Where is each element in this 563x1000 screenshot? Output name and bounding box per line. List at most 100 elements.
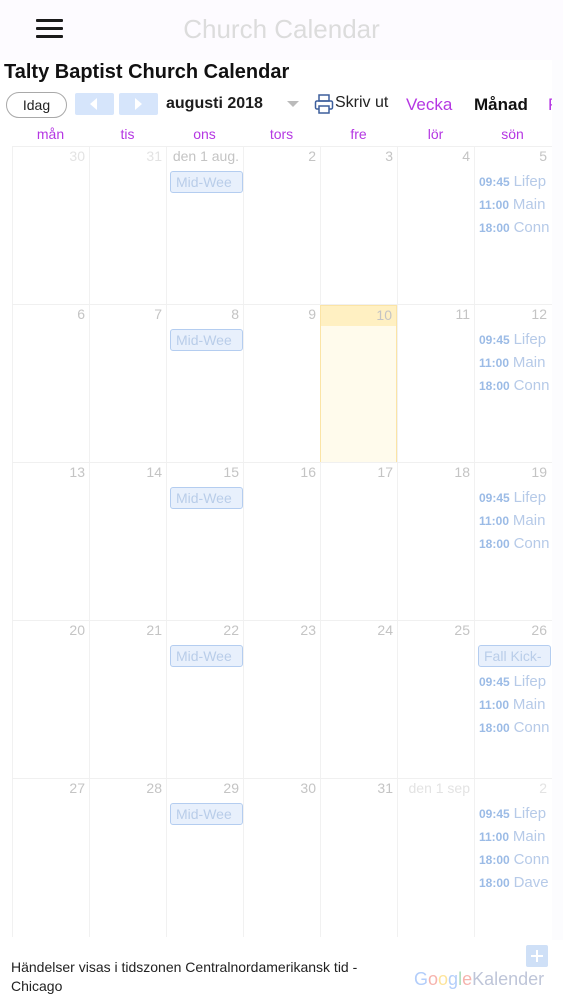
day-cell[interactable]: 22 Mid-Wee — [166, 621, 243, 779]
day-number: 6 — [77, 306, 85, 322]
day-cell[interactable]: 27 — [12, 779, 89, 937]
day-cell[interactable]: den 1 sep — [397, 779, 474, 937]
today-button[interactable]: Idag — [6, 92, 67, 118]
day-number: 17 — [377, 464, 393, 480]
day-cell[interactable]: 5 09:45 Lifep 11:00 Main 18:00 Conn — [474, 147, 551, 305]
event-item[interactable]: 11:00 Main — [479, 826, 553, 846]
day-cell[interactable]: 15 Mid-Wee — [166, 463, 243, 621]
day-cell[interactable]: 24 — [320, 621, 397, 779]
weekday-label: sön — [501, 126, 524, 142]
add-to-google-calendar-icon[interactable] — [526, 945, 548, 967]
day-cell[interactable]: 6 — [12, 305, 89, 463]
day-number: 19 — [531, 464, 547, 480]
day-cell[interactable]: 2 — [243, 147, 320, 305]
weekday-label: tis — [120, 126, 135, 142]
google-calendar-logo[interactable]: GoogleKalender — [414, 969, 544, 990]
day-cell[interactable]: 3 — [320, 147, 397, 305]
day-number: 26 — [531, 622, 547, 638]
event-title: Dave — [513, 874, 549, 891]
event-item[interactable]: 11:00 Main — [479, 694, 553, 714]
event-item[interactable]: 11:00 Main — [479, 510, 553, 530]
event-item[interactable]: 09:45 Lifep — [479, 171, 553, 191]
day-cell[interactable]: 26 Fall Kick- 09:45 Lifep 11:00 Main 18:… — [474, 621, 551, 779]
event-title: Conn — [513, 719, 550, 736]
tab-week[interactable]: Vecka — [406, 95, 452, 115]
day-number: 15 — [223, 464, 239, 480]
day-number: 25 — [454, 622, 470, 638]
week-row: 30 31 den 1 aug. Mid-Wee 2 3 4 5 09:45 L… — [12, 146, 552, 305]
event-item[interactable]: 18:00 Conn — [479, 533, 553, 553]
event-title: Conn — [513, 219, 550, 236]
day-number: 5 — [539, 148, 547, 164]
day-cell[interactable]: 7 — [89, 305, 166, 463]
event-item[interactable]: 18:00 Conn — [479, 717, 553, 737]
day-cell[interactable]: 11 — [397, 305, 474, 463]
day-cell[interactable]: 4 — [397, 147, 474, 305]
event-item[interactable]: 09:45 Lifep — [479, 487, 553, 507]
event-item[interactable]: 18:00 Conn — [479, 849, 553, 869]
day-cell[interactable]: 13 — [12, 463, 89, 621]
day-cell[interactable]: 18 — [397, 463, 474, 621]
event-item[interactable]: 18:00 Dave — [479, 872, 553, 892]
day-cell[interactable]: 31 — [89, 147, 166, 305]
day-cell[interactable]: 12 09:45 Lifep 11:00 Main 18:00 Conn — [474, 305, 551, 463]
day-number: 8 — [231, 306, 239, 322]
event-time: 18:00 — [479, 537, 510, 551]
day-number: 28 — [146, 780, 162, 796]
event-item[interactable]: 18:00 Conn — [479, 217, 553, 237]
month-dropdown-icon[interactable] — [287, 101, 299, 107]
event-title: Conn — [513, 377, 550, 394]
event-item[interactable]: 09:45 Lifep — [479, 329, 553, 349]
day-number: 3 — [385, 148, 393, 164]
event-time: 18:00 — [479, 853, 510, 867]
week-row: 13 14 15 Mid-Wee 16 17 18 19 09:45 Lifep… — [12, 462, 552, 621]
day-number: 27 — [69, 780, 85, 796]
day-number: 24 — [377, 622, 393, 638]
day-cell[interactable]: 17 — [320, 463, 397, 621]
day-cell[interactable]: 9 — [243, 305, 320, 463]
day-cell[interactable]: den 1 aug. Mid-Wee — [166, 147, 243, 305]
day-cell[interactable]: 21 — [89, 621, 166, 779]
day-cell[interactable]: 16 — [243, 463, 320, 621]
day-number: 7 — [154, 306, 162, 322]
event-time: 09:45 — [479, 491, 510, 505]
day-cell[interactable]: 31 — [320, 779, 397, 937]
event-time: 09:45 — [479, 333, 510, 347]
event-chip[interactable]: Fall Kick- — [478, 645, 551, 667]
event-item[interactable]: 18:00 Conn — [479, 375, 553, 395]
event-item[interactable]: 09:45 Lifep — [479, 671, 553, 691]
day-cell[interactable]: 30 — [12, 147, 89, 305]
weekday-label: fre — [350, 126, 367, 142]
event-chip[interactable]: Mid-Wee — [170, 329, 243, 351]
day-number: den 1 sep — [408, 780, 471, 796]
today-cell[interactable]: 10 — [320, 305, 397, 463]
event-chip[interactable]: Mid-Wee — [170, 171, 243, 193]
logo-product-name: Kalender — [472, 969, 545, 989]
day-number: 21 — [146, 622, 162, 638]
event-title: Conn — [513, 851, 550, 868]
day-cell[interactable]: 25 — [397, 621, 474, 779]
event-chip[interactable]: Mid-Wee — [170, 487, 243, 509]
day-cell[interactable]: 14 — [89, 463, 166, 621]
event-title: Main — [512, 828, 546, 845]
current-month-label: augusti 2018 — [166, 95, 263, 112]
day-cell[interactable]: 30 — [243, 779, 320, 937]
next-month-button[interactable] — [119, 93, 158, 115]
day-cell[interactable]: 19 09:45 Lifep 11:00 Main 18:00 Conn — [474, 463, 551, 621]
day-cell[interactable]: 2 09:45 Lifep 11:00 Main 18:00 Conn 18:0… — [474, 779, 551, 937]
day-cell[interactable]: 8 Mid-Wee — [166, 305, 243, 463]
event-chip[interactable]: Mid-Wee — [170, 803, 243, 825]
calendar-title: Talty Baptist Church Calendar — [4, 61, 290, 83]
day-cell[interactable]: 28 — [89, 779, 166, 937]
day-cell[interactable]: 29 Mid-Wee — [166, 779, 243, 937]
event-item[interactable]: 11:00 Main — [479, 352, 553, 372]
event-item[interactable]: 09:45 Lifep — [479, 803, 553, 823]
event-item[interactable]: 11:00 Main — [479, 194, 553, 214]
day-cell[interactable]: 23 — [243, 621, 320, 779]
event-chip[interactable]: Mid-Wee — [170, 645, 243, 667]
day-cell[interactable]: 20 — [12, 621, 89, 779]
prev-month-button[interactable] — [75, 93, 114, 115]
tab-month[interactable]: Månad — [474, 95, 528, 115]
event-time: 11:00 — [479, 514, 510, 528]
day-number: 13 — [69, 464, 85, 480]
